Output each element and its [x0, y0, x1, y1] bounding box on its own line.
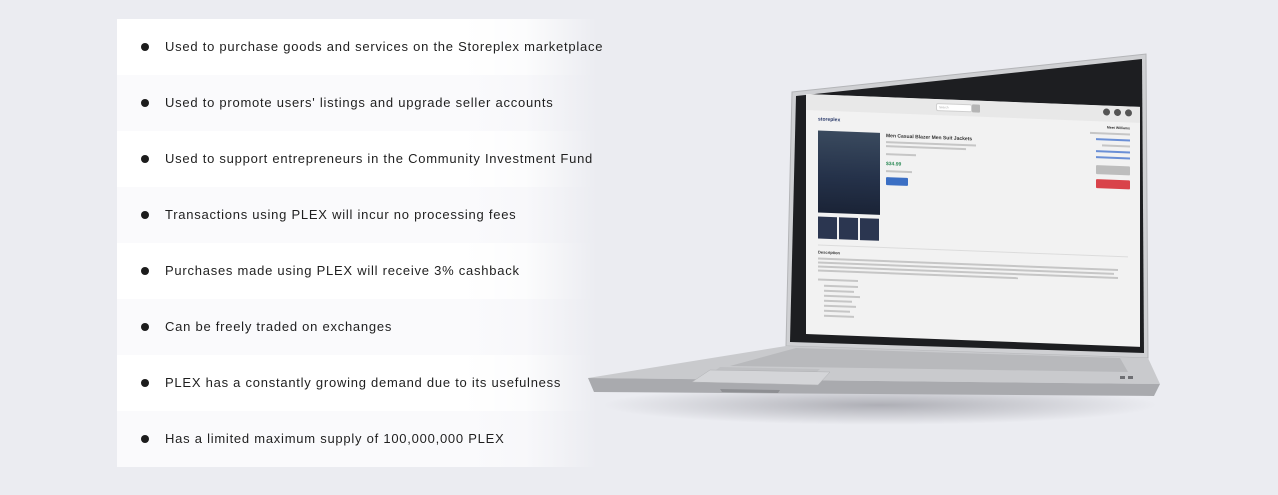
bullet-icon	[141, 435, 149, 443]
text-line	[1102, 144, 1130, 148]
product-thumbnails	[818, 216, 879, 241]
rating-line	[1096, 138, 1130, 142]
screen-search-input: Search	[936, 102, 972, 113]
product-price: $34.99	[886, 161, 902, 168]
feature-text: Purchases made using PLEX will receive 3…	[165, 263, 520, 278]
bullet-icon	[141, 211, 149, 219]
add-icon	[1103, 108, 1110, 116]
feature-item: Used to purchase goods and services on t…	[117, 19, 602, 75]
feature-item: Has a limited maximum supply of 100,000,…	[117, 411, 597, 467]
bullet-icon	[141, 99, 149, 107]
bullet-icon	[141, 155, 149, 163]
feature-item: Used to support entrepreneurs in the Com…	[117, 131, 597, 187]
laptop-screen: Search storeplex Men Casual Blazer Men S…	[806, 94, 1140, 347]
bullet-icon	[141, 267, 149, 275]
screen-buy-button	[886, 177, 908, 186]
description-heading: Description	[818, 249, 841, 256]
bullet-icon	[141, 323, 149, 331]
text-line	[1090, 131, 1130, 136]
bell-icon	[1114, 108, 1121, 117]
bullet-icon	[141, 379, 149, 387]
screen-grey-button	[1096, 165, 1130, 176]
text-line	[824, 309, 850, 313]
product-photo	[818, 130, 880, 215]
feature-item: Transactions using PLEX will incur no pr…	[117, 187, 597, 243]
text-line	[824, 314, 854, 318]
rating-line	[1096, 150, 1130, 154]
feature-list: Used to purchase goods and services on t…	[117, 19, 602, 467]
user-icon	[1125, 109, 1132, 117]
divider	[818, 244, 1128, 258]
feature-text: Transactions using PLEX will incur no pr…	[165, 207, 517, 222]
bullet-icon	[141, 43, 149, 51]
screen-search-icon	[972, 104, 980, 113]
thumbnail	[818, 216, 837, 240]
screen-header-icons	[1103, 108, 1132, 117]
screen-logo: storeplex	[818, 116, 841, 124]
thumbnail	[839, 217, 858, 240]
text-line	[824, 299, 852, 303]
feature-item: Purchases made using PLEX will receive 3…	[117, 243, 597, 299]
feature-text: Used to purchase goods and services on t…	[165, 39, 604, 54]
rating-line	[1096, 156, 1130, 160]
text-line	[824, 304, 856, 308]
feature-text: Used to promote users' listings and upgr…	[165, 95, 554, 110]
screen-red-button	[1096, 179, 1130, 190]
seller-panel-title: Meet Williams	[1106, 125, 1130, 131]
text-line	[824, 294, 860, 299]
feature-text: Can be freely traded on exchanges	[165, 319, 393, 334]
feature-item: Can be freely traded on exchanges	[117, 299, 597, 355]
text-line	[824, 284, 858, 288]
feature-text: Used to support entrepreneurs in the Com…	[165, 151, 594, 166]
text-line	[824, 289, 854, 293]
feature-text: Has a limited maximum supply of 100,000,…	[165, 431, 505, 446]
text-line	[886, 170, 912, 174]
text-line	[886, 145, 966, 151]
text-line	[886, 153, 916, 157]
thumbnail	[860, 218, 879, 241]
feature-item: PLEX has a constantly growing demand due…	[117, 355, 597, 411]
feature-item: Used to promote users' listings and upgr…	[117, 75, 597, 131]
laptop-image: Search storeplex Men Casual Blazer Men S…	[580, 40, 1180, 450]
text-line	[818, 278, 858, 282]
feature-text: PLEX has a constantly growing demand due…	[165, 375, 562, 390]
